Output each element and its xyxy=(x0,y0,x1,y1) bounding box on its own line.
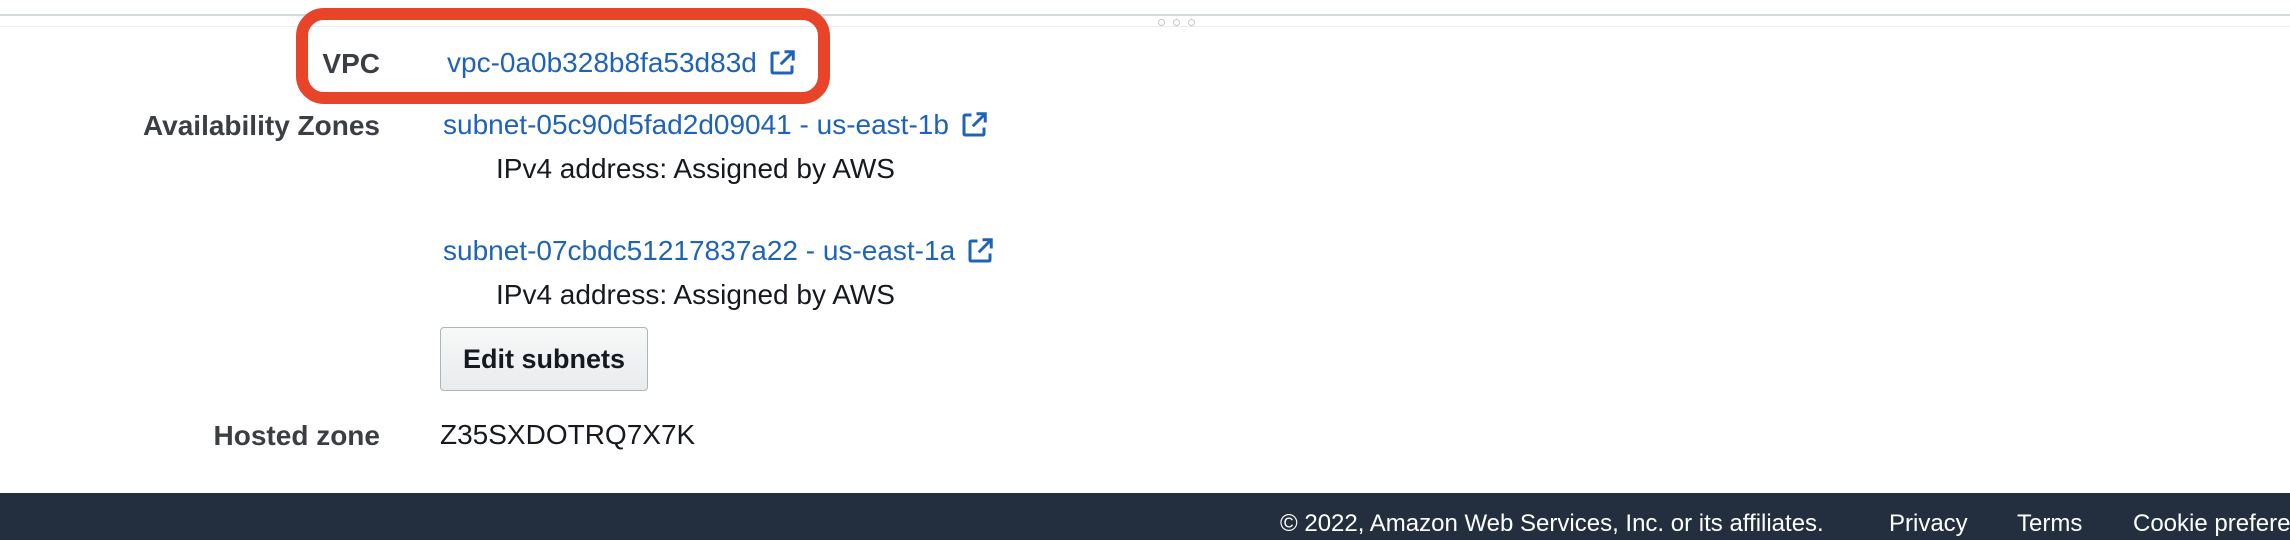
grip-dot-icon xyxy=(1158,19,1165,26)
subnet-link[interactable]: subnet-07cbdc51217837a22 - us-east-1a xyxy=(443,235,995,267)
external-link-icon xyxy=(962,112,987,137)
external-link-icon xyxy=(968,238,993,263)
hosted-zone-value: Z35SXDOTRQ7X7K xyxy=(440,419,696,450)
subnet-ipv4-text: IPv4 address: Assigned by AWS xyxy=(496,279,895,310)
highlight-annotation xyxy=(296,8,830,104)
grip-dot-icon xyxy=(1188,19,1195,26)
subnet-ipv4-text: IPv4 address: Assigned by AWS xyxy=(496,153,895,184)
grip-dot-icon xyxy=(1173,19,1180,26)
footer-copyright: © 2022, Amazon Web Services, Inc. or its… xyxy=(1280,510,1824,537)
resize-handle[interactable] xyxy=(1158,19,1195,26)
hosted-zone-label: Hosted zone xyxy=(213,420,380,451)
page-footer: © 2022, Amazon Web Services, Inc. or its… xyxy=(0,493,2290,540)
footer-terms-link[interactable]: Terms xyxy=(2017,510,2082,538)
footer-privacy-link[interactable]: Privacy xyxy=(1889,510,1968,538)
edit-subnets-button[interactable]: Edit subnets xyxy=(440,327,648,391)
subnet-link[interactable]: subnet-05c90d5fad2d09041 - us-east-1b xyxy=(443,109,989,141)
footer-cookie-preferences-link[interactable]: Cookie prefere xyxy=(2133,510,2290,538)
availability-zones-label: Availability Zones xyxy=(142,110,380,141)
subnet-link-text: subnet-07cbdc51217837a22 - us-east-1a xyxy=(443,235,956,266)
subnet-link-text: subnet-05c90d5fad2d09041 - us-east-1b xyxy=(443,109,949,140)
